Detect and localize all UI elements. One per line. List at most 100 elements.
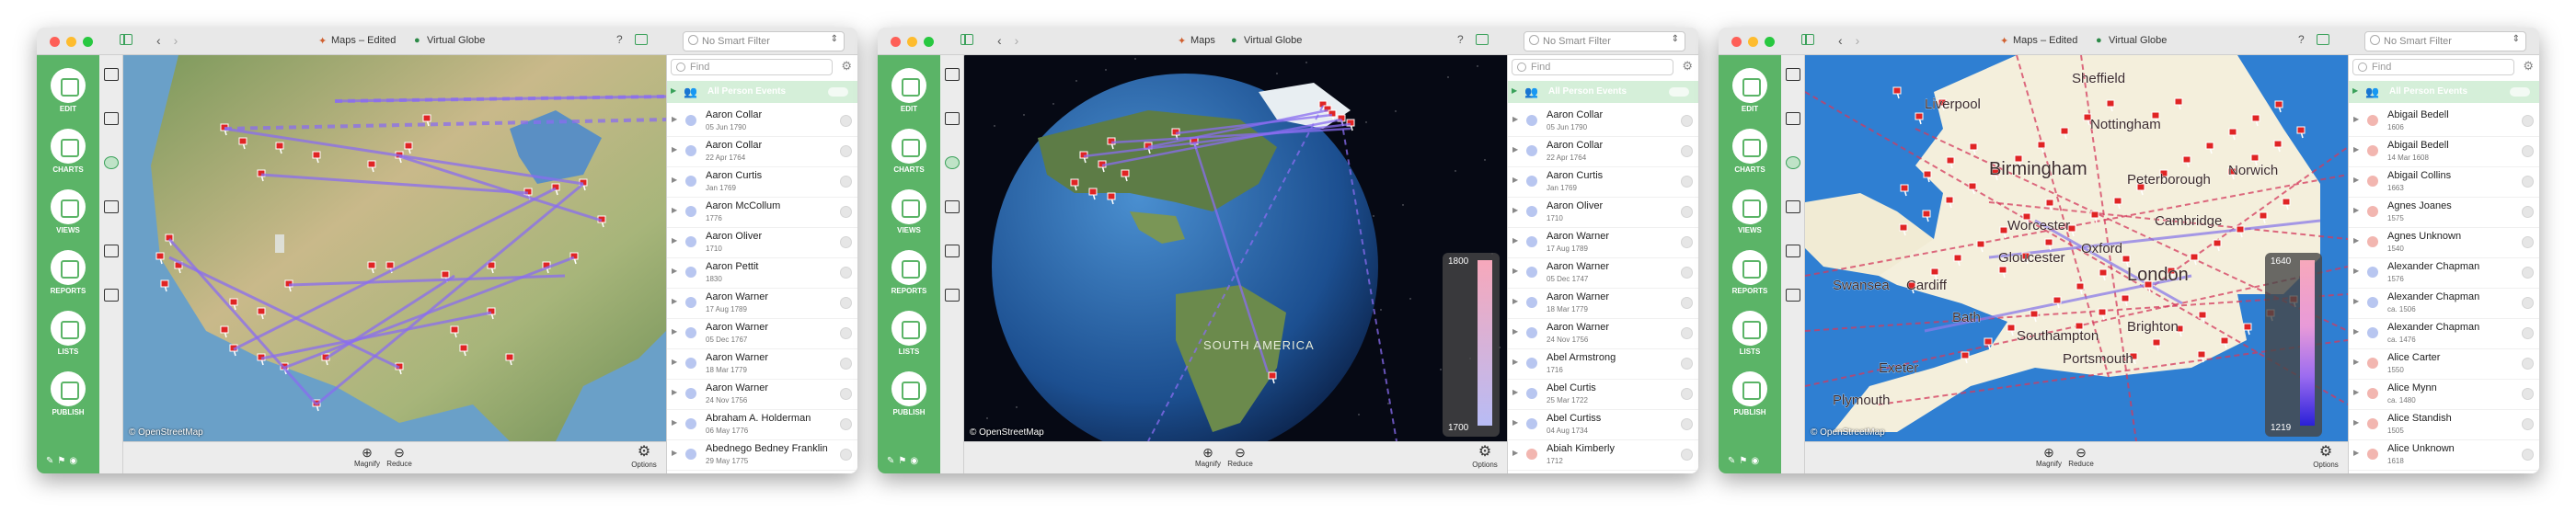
list-settings-icon[interactable]: ⚙ xyxy=(2523,59,2534,74)
smart-filter-select[interactable]: No Smart Filter ⇕ xyxy=(683,31,845,51)
person-row[interactable]: ▶ Aaron Collar 05 Jun 1790 xyxy=(1508,107,1698,137)
minimize-window-button[interactable] xyxy=(1748,37,1758,47)
magnify-button[interactable]: ⊕ Magnify xyxy=(349,445,385,468)
person-row[interactable]: ▶ Aaron Warner 24 Nov 1756 xyxy=(1508,319,1698,349)
zoom-window-button[interactable] xyxy=(924,37,934,47)
disclosure-triangle-icon[interactable]: ▶ xyxy=(2353,115,2359,123)
visibility-toggle[interactable] xyxy=(840,267,852,279)
all-person-events-row[interactable]: ▶ 👥 All Person Events xyxy=(2349,81,2539,103)
disclosure-triangle-icon[interactable]: ▶ xyxy=(1512,358,1518,366)
disclosure-triangle-icon[interactable]: ▶ xyxy=(2353,267,2359,275)
visibility-toggle[interactable] xyxy=(2522,358,2534,370)
sidebar-bottom-icons[interactable]: ✎⚑◉ xyxy=(46,456,81,466)
person-row[interactable]: ▶ Abraham A. Holderman 06 May 1776 xyxy=(667,410,857,440)
visibility-toggle[interactable] xyxy=(2522,297,2534,309)
disclosure-triangle-icon[interactable]: ▶ xyxy=(1512,297,1518,305)
find-input[interactable]: Find xyxy=(671,59,833,75)
tool-photo-icon[interactable] xyxy=(945,245,960,257)
visibility-toggle[interactable] xyxy=(1681,358,1693,370)
person-row[interactable]: ▶ Aaron McCollum 1776 xyxy=(667,198,857,228)
visibility-toggle[interactable] xyxy=(1681,449,1693,461)
sidebar-item-publish[interactable]: PUBLISH xyxy=(878,368,940,425)
visibility-toggle[interactable] xyxy=(2522,418,2534,430)
disclosure-triangle-icon[interactable]: ▶ xyxy=(1512,327,1518,336)
sidebar-item-lists[interactable]: LISTS xyxy=(37,307,99,364)
visibility-toggle[interactable] xyxy=(840,236,852,248)
toggle-sidebar-icon[interactable] xyxy=(1801,34,1814,45)
disclosure-triangle-icon[interactable]: ▶ xyxy=(672,418,677,427)
tool-cube-icon[interactable] xyxy=(1786,112,1800,125)
sidebar-item-edit[interactable]: EDIT xyxy=(878,64,940,121)
person-row[interactable]: ▶ Alice Carter 1550 xyxy=(2349,349,2539,380)
visibility-toggle[interactable] xyxy=(840,388,852,400)
disclosure-triangle-icon[interactable]: ▶ xyxy=(2353,358,2359,366)
close-window-button[interactable] xyxy=(50,37,60,47)
list-settings-icon[interactable]: ⚙ xyxy=(1682,59,1693,74)
disclosure-triangle-icon[interactable]: ▶ xyxy=(672,358,677,366)
sidebar-item-charts[interactable]: CHARTS xyxy=(878,125,940,182)
disclosure-triangle-icon[interactable]: ▶ xyxy=(672,206,677,214)
tool-map-icon[interactable] xyxy=(104,200,119,213)
tool-layers-icon[interactable] xyxy=(945,289,960,302)
person-row[interactable]: ▶ Abiah Kimberly 1712 xyxy=(1508,440,1698,471)
forward-arrow-icon[interactable]: › xyxy=(1015,33,1019,48)
disclosure-triangle-icon[interactable]: ▶ xyxy=(672,145,677,154)
person-row[interactable]: ▶ Aaron Warner 05 Dec 1747 xyxy=(1508,258,1698,289)
visibility-toggle[interactable] xyxy=(1681,145,1693,157)
visibility-toggle[interactable] xyxy=(840,176,852,188)
sidebar-item-charts[interactable]: CHARTS xyxy=(37,125,99,182)
visibility-toggle[interactable] xyxy=(1681,388,1693,400)
smart-filter-select[interactable]: No Smart Filter ⇕ xyxy=(1524,31,1685,51)
disclosure-triangle-icon[interactable]: ▶ xyxy=(2353,388,2359,396)
person-row[interactable]: ▶ Alice Unknown 1618 xyxy=(2349,440,2539,471)
help-icon[interactable]: ? xyxy=(616,33,623,46)
visibility-toggle[interactable] xyxy=(840,297,852,309)
disclosure-triangle-icon[interactable]: ▶ xyxy=(2352,86,2358,95)
visibility-toggle[interactable] xyxy=(840,206,852,218)
visibility-toggle[interactable] xyxy=(840,145,852,157)
person-row[interactable]: ▶ Aaron Warner 17 Aug 1789 xyxy=(1508,228,1698,258)
tool-layers-icon[interactable] xyxy=(104,289,119,302)
visibility-toggle[interactable] xyxy=(1681,267,1693,279)
find-input[interactable]: Find xyxy=(2352,59,2514,75)
person-row[interactable]: ▶ Aaron Warner 24 Nov 1756 xyxy=(667,380,857,410)
disclosure-triangle-icon[interactable]: ▶ xyxy=(1512,115,1518,123)
back-arrow-icon[interactable]: ‹ xyxy=(1838,33,1843,48)
sidebar-item-views[interactable]: VIEWS xyxy=(37,186,99,243)
person-row[interactable]: ▶ Aaron Oliver 1710 xyxy=(667,228,857,258)
sidebar-item-lists[interactable]: LISTS xyxy=(1719,307,1781,364)
minimize-window-button[interactable] xyxy=(66,37,76,47)
person-row[interactable]: ▶ Aaron Warner 05 Dec 1767 xyxy=(667,319,857,349)
person-row[interactable]: ▶ Abigail Bedell 1606 xyxy=(2349,107,2539,137)
smart-filter-select[interactable]: No Smart Filter ⇕ xyxy=(2364,31,2526,51)
person-row[interactable]: ▶ Aaron Collar 22 Apr 1764 xyxy=(667,137,857,167)
tool-globe-icon[interactable] xyxy=(104,156,119,169)
map-view[interactable]: Liverpool Sheffield Nottingham Birmingham Pe… xyxy=(1805,55,2348,441)
visibility-toggle[interactable] xyxy=(2522,236,2534,248)
zoom-window-button[interactable] xyxy=(83,37,93,47)
person-row[interactable]: ▶ Aaron Collar 05 Jun 1790 xyxy=(667,107,857,137)
person-row[interactable]: ▶ Abel Armstrong 1716 xyxy=(1508,349,1698,380)
visibility-toggle[interactable] xyxy=(2522,388,2534,400)
person-row[interactable]: ▶ Abigail Bedell 14 Mar 1608 xyxy=(2349,137,2539,167)
list-settings-icon[interactable]: ⚙ xyxy=(841,59,852,74)
forward-arrow-icon[interactable]: › xyxy=(174,33,178,48)
tool-grid-icon[interactable] xyxy=(1786,68,1800,81)
person-row[interactable]: ▶ Alice Standish 1505 xyxy=(2349,410,2539,440)
visibility-toggle[interactable] xyxy=(1681,236,1693,248)
toggle-panel-icon[interactable] xyxy=(1476,34,1489,45)
person-row[interactable]: ▶ Aaron Oliver 1710 xyxy=(1508,198,1698,228)
person-row[interactable]: ▶ Alice Mynn ca. 1480 xyxy=(2349,380,2539,410)
sidebar-item-publish[interactable]: PUBLISH xyxy=(37,368,99,425)
disclosure-triangle-icon[interactable]: ▶ xyxy=(1512,206,1518,214)
tool-cube-icon[interactable] xyxy=(945,112,960,125)
disclosure-triangle-icon[interactable]: ▶ xyxy=(2353,176,2359,184)
person-row[interactable]: ▶ Abigail Collins 1663 xyxy=(2349,167,2539,198)
disclosure-triangle-icon[interactable]: ▶ xyxy=(2353,206,2359,214)
disclosure-triangle-icon[interactable]: ▶ xyxy=(671,86,676,95)
visibility-toggle[interactable] xyxy=(840,115,852,127)
visibility-toggle[interactable] xyxy=(1681,115,1693,127)
toggle-sidebar-icon[interactable] xyxy=(960,34,973,45)
magnify-button[interactable]: ⊕ Magnify xyxy=(2030,445,2067,468)
visibility-toggle[interactable] xyxy=(1681,176,1693,188)
